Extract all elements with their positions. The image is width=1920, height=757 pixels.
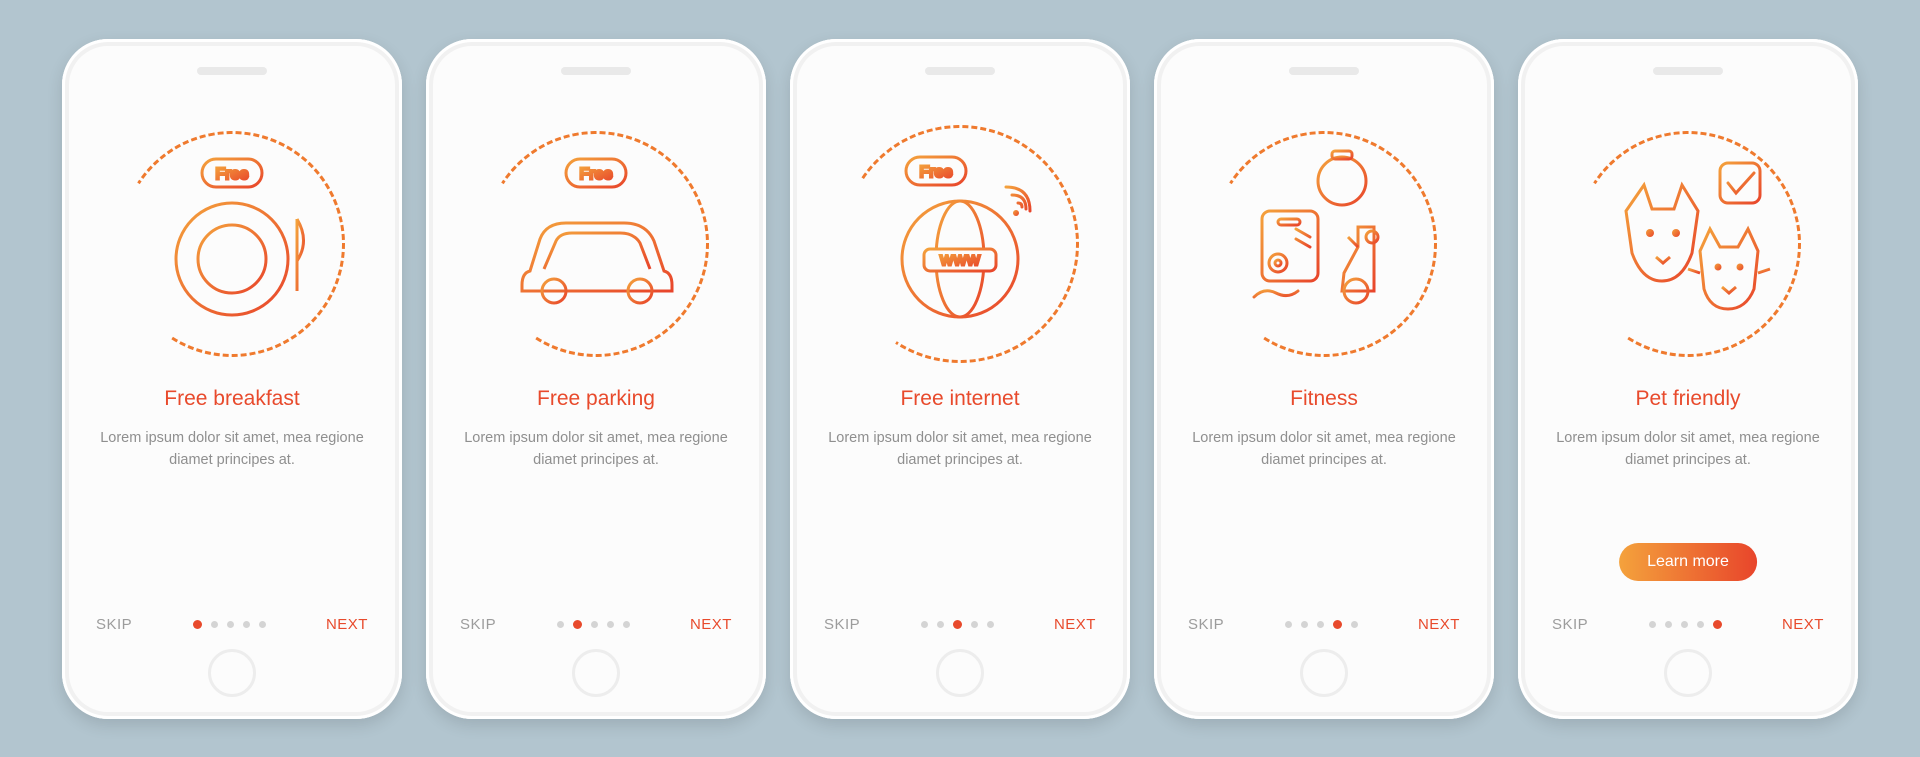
pager-dot[interactable] [953,620,962,629]
pager [1649,620,1722,629]
pager-dot[interactable] [1351,621,1358,628]
skip-button[interactable]: SKIP [1188,616,1224,633]
screen-description: Lorem ipsum dolor sit amet, mea regione … [460,427,732,472]
skip-button[interactable]: SKIP [96,616,132,633]
pager-dot[interactable] [211,621,218,628]
pager-dot[interactable] [227,621,234,628]
onboarding-screen: Fitness Lorem ipsum dolor sit amet, mea r… [1154,39,1494,719]
screen-title: Free breakfast [96,387,368,411]
pager-dot[interactable] [921,621,928,628]
pager-dot[interactable] [1681,621,1688,628]
next-button[interactable]: NEXT [1418,616,1460,633]
pager-dot[interactable] [1317,621,1324,628]
pager [557,620,630,629]
pager-dot[interactable] [971,621,978,628]
pager-dot[interactable] [1713,620,1722,629]
pager-dot[interactable] [1301,621,1308,628]
pager-dot[interactable] [1697,621,1704,628]
screen-description: Lorem ipsum dolor sit amet, mea regione … [824,427,1096,472]
onboarding-screen: Pet friendly Lorem ipsum dolor sit amet, … [1518,39,1858,719]
screen-title: Free internet [824,387,1096,411]
next-button[interactable]: NEXT [690,616,732,633]
pager [193,620,266,629]
screen-description: Lorem ipsum dolor sit amet, mea regione … [1552,427,1824,472]
pager [921,620,994,629]
pager [1285,620,1358,629]
pager-dot[interactable] [573,620,582,629]
pager-dot[interactable] [1285,621,1292,628]
skip-button[interactable]: SKIP [1552,616,1588,633]
pager-dot[interactable] [607,621,614,628]
next-button[interactable]: NEXT [326,616,368,633]
illustration: Free [119,131,345,357]
pager-dot[interactable] [987,621,994,628]
pager-dot[interactable] [623,621,630,628]
pager-dot[interactable] [259,621,266,628]
onboarding-screen: Free Free parking Lorem ipsum dolor sit am… [426,39,766,719]
next-button[interactable]: NEXT [1054,616,1096,633]
illustration [1211,131,1437,357]
learn-more-button[interactable]: Learn more [1619,543,1757,581]
screen-title: Fitness [1188,387,1460,411]
pager-dot[interactable] [1333,620,1342,629]
illustration: FreeWWW [847,131,1073,357]
pager-dot[interactable] [1649,621,1656,628]
screen-title: Pet friendly [1552,387,1824,411]
skip-button[interactable]: SKIP [824,616,860,633]
pager-dot[interactable] [937,621,944,628]
illustration: Free [483,131,709,357]
skip-button[interactable]: SKIP [460,616,496,633]
next-button[interactable]: NEXT [1782,616,1824,633]
pager-dot[interactable] [557,621,564,628]
onboarding-screen: Free Free breakfast Lorem ipsum dolor sit … [62,39,402,719]
screen-title: Free parking [460,387,732,411]
screen-description: Lorem ipsum dolor sit amet, mea regione … [1188,427,1460,472]
onboarding-screen: FreeWWW Free internet Lorem ipsum dolor si… [790,39,1130,719]
pager-dot[interactable] [243,621,250,628]
pager-dot[interactable] [591,621,598,628]
illustration [1575,131,1801,357]
screen-description: Lorem ipsum dolor sit amet, mea regione … [96,427,368,472]
pager-dot[interactable] [193,620,202,629]
pager-dot[interactable] [1665,621,1672,628]
